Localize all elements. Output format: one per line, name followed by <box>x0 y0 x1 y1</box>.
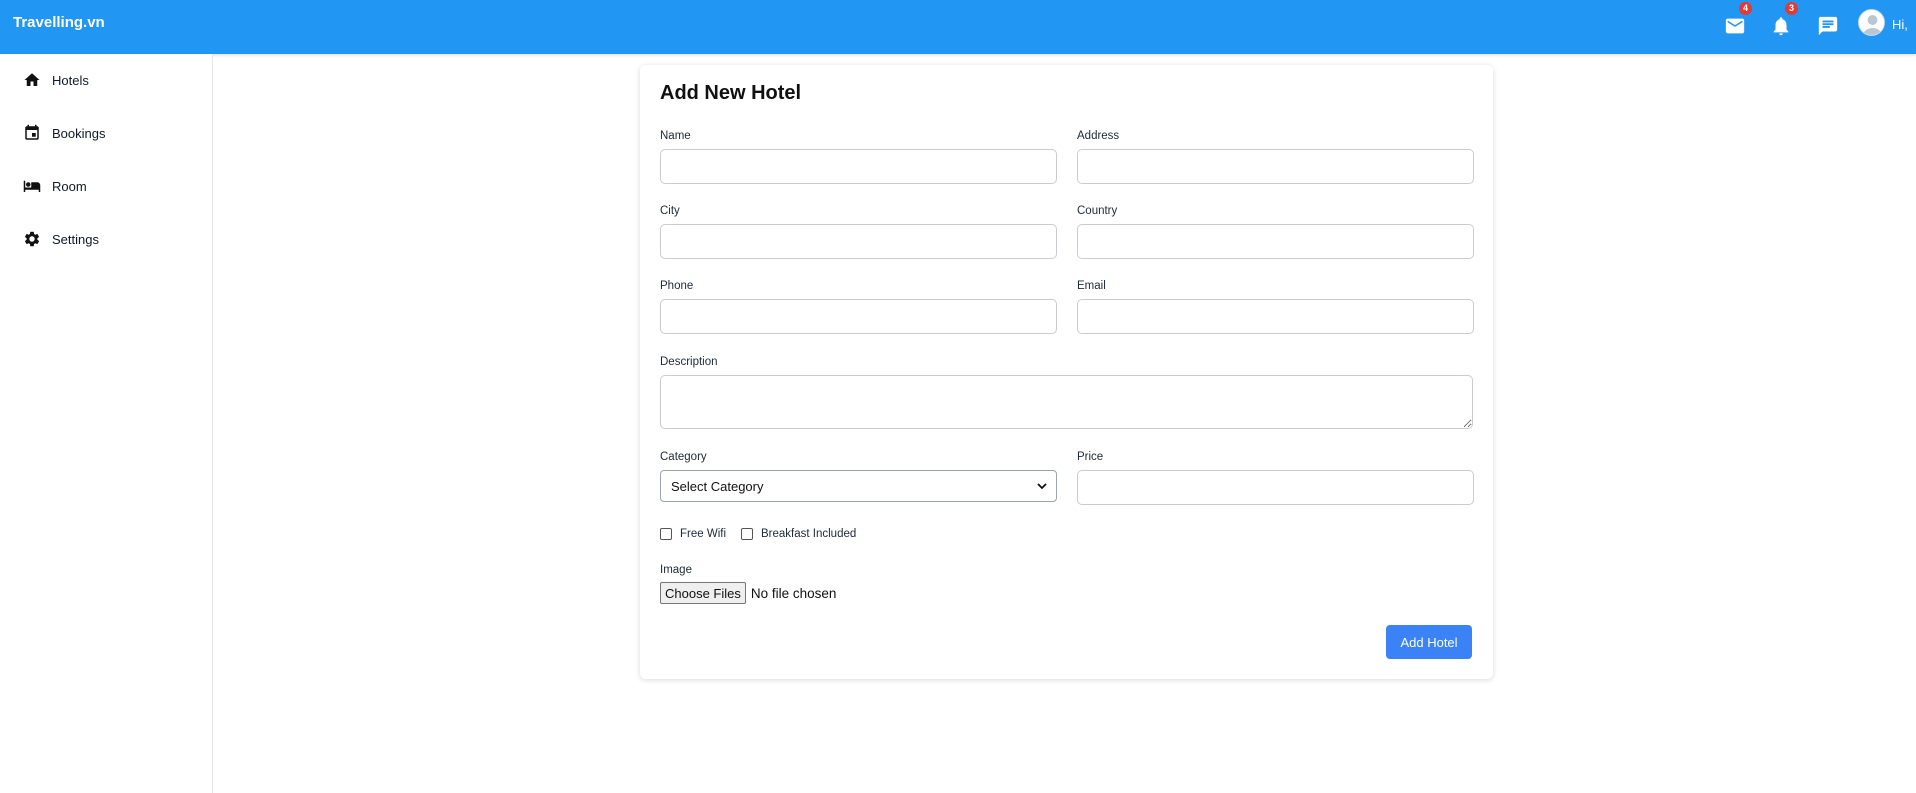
image-label: Image <box>660 564 692 576</box>
category-label: Category <box>660 451 707 463</box>
price-label: Price <box>1077 451 1104 463</box>
choose-files-button[interactable]: Choose Files <box>660 582 746 604</box>
free-wifi-label: Free Wifi <box>680 528 726 540</box>
free-wifi-checkbox[interactable] <box>660 528 672 540</box>
add-hotel-button[interactable]: Add Hotel <box>1386 625 1472 659</box>
messages-button[interactable] <box>1814 12 1842 40</box>
city-input[interactable] <box>660 224 1057 259</box>
calendar-icon <box>25 124 39 140</box>
phone-label: Phone <box>660 280 694 292</box>
city-label: City <box>660 205 680 217</box>
sidebar: Hotels Bookings Room Settings <box>0 54 213 793</box>
free-wifi-option[interactable]: Free Wifi <box>660 528 726 540</box>
description-textarea[interactable] <box>660 375 1473 429</box>
breakfast-option[interactable]: Breakfast Included <box>741 528 856 540</box>
user-greeting: Hi, <box>1892 17 1908 32</box>
chevron-down-icon <box>1037 483 1047 490</box>
address-label: Address <box>1077 130 1120 142</box>
country-input[interactable] <box>1077 224 1474 259</box>
email-input[interactable] <box>1077 299 1474 334</box>
description-label: Description <box>660 356 718 368</box>
chat-icon <box>1818 16 1838 36</box>
category-selected-value: Select Category <box>671 478 764 494</box>
address-input[interactable] <box>1077 149 1474 184</box>
country-label: Country <box>1077 205 1118 217</box>
mail-button[interactable]: 4 <box>1721 2 1752 40</box>
sidebar-item-label: Settings <box>52 231 99 247</box>
brand-logo[interactable]: Travelling.vn <box>13 14 105 31</box>
sidebar-item-bookings[interactable]: Bookings <box>23 121 105 145</box>
file-status: No file chosen <box>750 585 837 601</box>
bed-icon <box>23 180 41 192</box>
image-file-input: Choose Files No file chosen <box>660 582 836 604</box>
price-input[interactable] <box>1077 470 1474 505</box>
sidebar-item-label: Hotels <box>52 72 89 88</box>
bell-icon <box>1773 17 1789 36</box>
notification-badge: 3 <box>1785 2 1798 15</box>
breakfast-checkbox[interactable] <box>741 528 753 540</box>
category-select[interactable]: Select Category <box>660 470 1057 502</box>
sidebar-item-room[interactable]: Room <box>23 174 87 198</box>
sidebar-item-label: Bookings <box>52 125 106 141</box>
sidebar-item-label: Room <box>52 178 87 194</box>
add-hotel-card: Add New Hotel Name Address City Country … <box>640 65 1493 679</box>
email-label: Email <box>1077 280 1106 292</box>
page-title: Add New Hotel <box>660 82 802 104</box>
mail-badge: 4 <box>1739 2 1752 15</box>
name-input[interactable] <box>660 149 1057 184</box>
user-icon <box>1862 15 1883 35</box>
gear-icon <box>24 231 40 247</box>
top-navbar: Travelling.vn 4 3 Hi, <box>0 0 1916 54</box>
notifications-button[interactable]: 3 <box>1767 2 1798 40</box>
sidebar-item-hotels[interactable]: Hotels <box>23 68 89 92</box>
breakfast-label: Breakfast Included <box>761 528 857 540</box>
mail-icon <box>1725 18 1745 34</box>
sidebar-item-settings[interactable]: Settings <box>23 227 99 251</box>
home-icon <box>24 73 40 86</box>
user-avatar[interactable] <box>1858 9 1885 36</box>
phone-input[interactable] <box>660 299 1057 334</box>
name-label: Name <box>660 130 691 142</box>
